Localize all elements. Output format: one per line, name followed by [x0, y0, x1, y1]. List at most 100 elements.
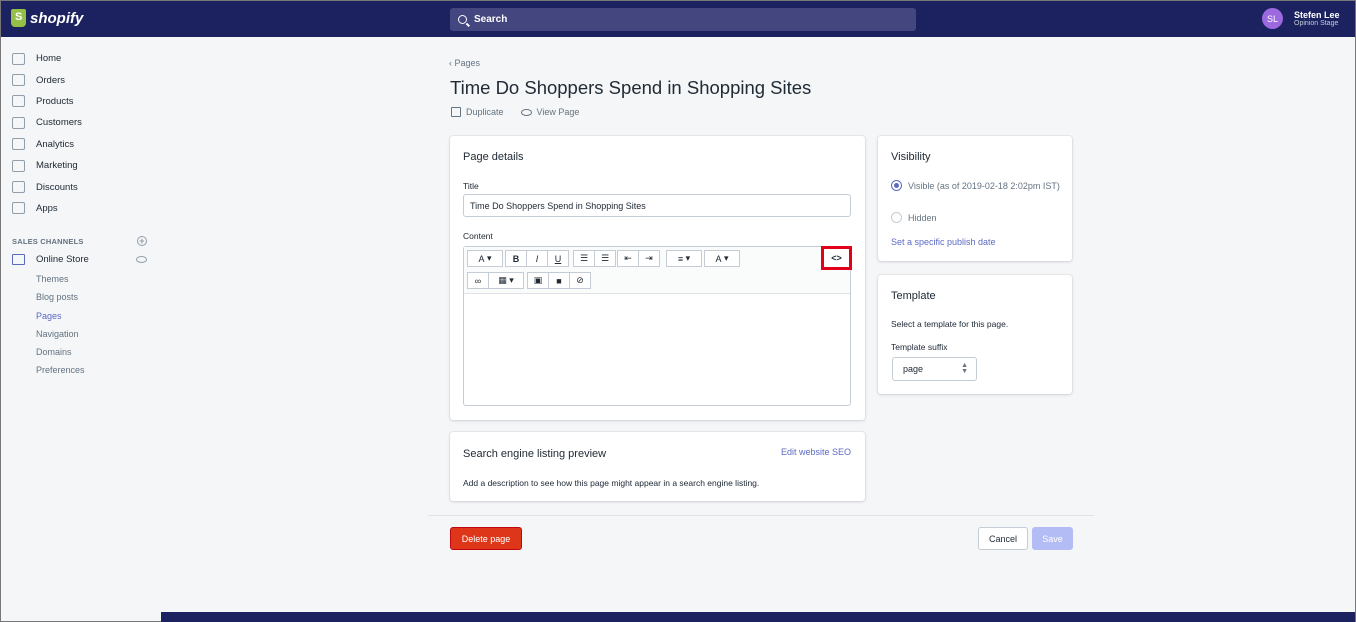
sidebar: Home Orders Products Customers Analytics…	[1, 37, 161, 379]
save-button[interactable]: Save	[1032, 527, 1073, 550]
content-editor[interactable]: A ▾ B I U ☰ ☰ ⇤ ⇥ ≡ ▾ A ▾ <> ∞ ▦ ▾ ▣ ■ ⊘	[463, 246, 852, 406]
sidebar-item-online-store[interactable]: Online Store	[1, 249, 161, 270]
font-dropdown[interactable]: A ▾	[467, 250, 503, 267]
sidebar-subitem-preferences[interactable]: Preferences	[1, 361, 161, 379]
sidebar-subitem-navigation[interactable]: Navigation	[1, 325, 161, 343]
breadcrumb-label: Pages	[454, 58, 481, 68]
sidebar-item-customers[interactable]: Customers	[1, 112, 161, 133]
template-card: Template Select a template for this page…	[878, 275, 1072, 394]
align-dropdown[interactable]: ≡ ▾	[666, 250, 702, 267]
duplicate-icon	[451, 107, 461, 117]
content-label: Content	[463, 231, 493, 241]
sidebar-item-label: Analytics	[36, 138, 75, 150]
sidebar-subitem-pages[interactable]: Pages	[1, 307, 161, 325]
indent-button[interactable]: ⇥	[638, 250, 660, 267]
title-label: Title	[463, 181, 479, 191]
template-description: Select a template for this page.	[891, 319, 1009, 329]
sidebar-item-label: Customers	[36, 117, 82, 129]
video-icon: ■	[556, 275, 562, 286]
visibility-heading: Visibility	[891, 151, 931, 163]
cancel-button[interactable]: Cancel	[978, 527, 1028, 550]
logo-text: shopify	[30, 9, 84, 27]
search-input[interactable]: Search	[450, 8, 916, 31]
store-icon	[12, 254, 25, 266]
delete-page-button[interactable]: Delete page	[450, 527, 522, 550]
insert-table-dropdown[interactable]: ▦ ▾	[488, 272, 524, 289]
text-color-icon: A	[715, 253, 722, 264]
page-actions: Duplicate View Page	[451, 107, 596, 117]
template-suffix-select[interactable]: page ▲ ▼	[892, 357, 977, 381]
title-input[interactable]: Time Do Shoppers Spend in Shopping Sites	[463, 194, 851, 217]
sidebar-item-orders[interactable]: Orders	[1, 69, 161, 90]
home-icon	[12, 52, 25, 65]
page-title: Time Do Shoppers Spend in Shopping Sites	[450, 77, 812, 98]
seo-description: Add a description to see how this page m…	[463, 478, 760, 488]
insert-image-button[interactable]: ▣	[527, 272, 549, 289]
visible-radio[interactable]	[891, 180, 902, 191]
user-name: Stefen Lee	[1294, 9, 1340, 20]
sidebar-item-discounts[interactable]: Discounts	[1, 176, 161, 197]
page-details-card: Page details Title Time Do Shoppers Spen…	[450, 136, 865, 420]
view-page-button[interactable]: View Page	[520, 107, 580, 117]
bottom-bar	[161, 612, 1355, 622]
bullet-list-button[interactable]: ☰	[573, 250, 595, 267]
seo-card: Search engine listing preview Edit websi…	[450, 432, 865, 501]
sidebar-item-products[interactable]: Products	[1, 91, 161, 112]
sidebar-item-analytics[interactable]: Analytics	[1, 134, 161, 155]
template-heading: Template	[891, 290, 936, 302]
hidden-radio[interactable]	[891, 212, 902, 223]
clear-formatting-icon: ⊘	[576, 275, 584, 285]
megaphone-icon	[12, 159, 25, 172]
search-icon	[458, 15, 467, 24]
numbered-list-button[interactable]: ☰	[594, 250, 616, 267]
view-page-label: View Page	[536, 107, 580, 117]
footer-divider	[428, 515, 1094, 516]
shopify-logo[interactable]: shopify	[11, 9, 83, 27]
view-store-eye-icon[interactable]	[136, 256, 147, 264]
discount-icon	[12, 181, 25, 194]
template-suffix-value: page	[903, 364, 924, 374]
sidebar-item-label: Home	[36, 53, 62, 65]
duplicate-button[interactable]: Duplicate	[451, 107, 504, 117]
avatar: SL	[1262, 8, 1283, 29]
sales-channels-heading: SALES CHANNELS +	[1, 233, 161, 249]
clear-formatting-button[interactable]: ⊘	[569, 272, 591, 289]
outdent-button[interactable]: ⇤	[617, 250, 639, 267]
person-icon	[12, 116, 25, 129]
add-sales-channel-icon[interactable]: +	[137, 236, 147, 247]
store-name: Opinion Stage	[1294, 19, 1339, 27]
publish-date-link[interactable]: Set a specific publish date	[891, 237, 996, 247]
italic-button[interactable]: I	[526, 250, 548, 267]
top-bar: shopify Search SL Stefen Lee Opinion Sta…	[1, 1, 1355, 37]
table-icon: ▦	[498, 275, 507, 285]
visibility-card: Visibility Visible (as of 2019-02-18 2:0…	[878, 136, 1072, 261]
underline-button[interactable]: U	[547, 250, 569, 267]
breadcrumb[interactable]: ‹ Pages	[449, 58, 480, 68]
sidebar-subitem-domains[interactable]: Domains	[1, 343, 161, 361]
online-store-label: Online Store	[36, 254, 89, 266]
sidebar-item-label: Apps	[36, 202, 58, 214]
bar-chart-icon	[12, 138, 25, 151]
sales-channels-label: SALES CHANNELS	[12, 236, 84, 246]
sidebar-item-label: Products	[36, 95, 74, 107]
text-color-dropdown[interactable]: A ▾	[704, 250, 740, 267]
seo-heading: Search engine listing preview	[463, 448, 607, 460]
sidebar-item-apps[interactable]: Apps	[1, 198, 161, 219]
outdent-icon: ⇤	[624, 253, 632, 263]
sidebar-subitem-blog-posts[interactable]: Blog posts	[1, 288, 161, 306]
insert-link-button[interactable]: ∞	[467, 272, 489, 289]
insert-video-button[interactable]: ■	[548, 272, 570, 289]
font-label: A	[478, 253, 485, 264]
sidebar-subitem-themes[interactable]: Themes	[1, 270, 161, 288]
search-placeholder: Search	[474, 14, 508, 25]
indent-icon: ⇥	[645, 253, 653, 263]
sidebar-item-marketing[interactable]: Marketing	[1, 155, 161, 176]
show-html-button[interactable]: <>	[821, 246, 852, 270]
sidebar-item-home[interactable]: Home	[1, 48, 161, 69]
user-menu[interactable]: SL Stefen Lee Opinion Stage	[1262, 8, 1340, 29]
tag-icon	[12, 95, 25, 108]
duplicate-label: Duplicate	[466, 107, 504, 117]
edit-seo-link[interactable]: Edit website SEO	[781, 447, 851, 457]
apps-icon	[12, 202, 25, 215]
bold-button[interactable]: B	[505, 250, 527, 267]
